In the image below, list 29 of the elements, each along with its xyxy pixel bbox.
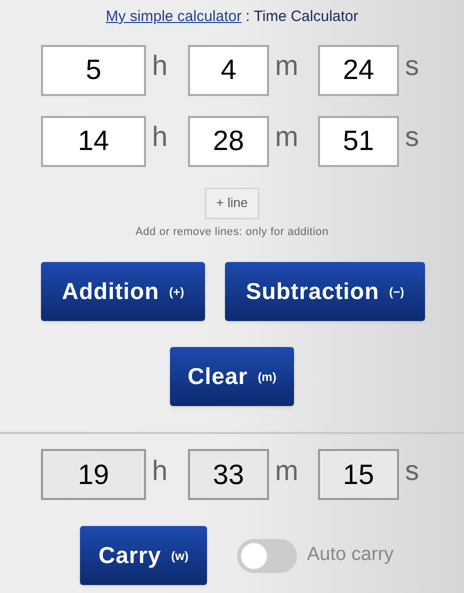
time-input-field[interactable]: 14	[41, 116, 146, 166]
unit-label: m	[274, 52, 300, 83]
result-field[interactable]: 15	[318, 449, 399, 500]
add-line-button[interactable]: + line	[205, 188, 259, 218]
toggle-switch[interactable]	[237, 538, 297, 572]
time-input-field[interactable]: 24	[318, 44, 399, 96]
time-input-field[interactable]: 28	[188, 116, 269, 166]
home-link[interactable]: My simple calculator	[106, 6, 242, 28]
unit-label: h	[151, 123, 169, 154]
unit-label: h	[151, 456, 169, 488]
result-field[interactable]: 33	[188, 449, 269, 500]
time-input-field[interactable]: 5	[41, 44, 146, 96]
unit-label: s	[404, 52, 420, 83]
separator-text: :	[246, 7, 250, 27]
clear-button[interactable]: Clear (m)	[170, 347, 294, 406]
hint-text: Add or remove lines: only for addition	[136, 224, 328, 240]
page-title: Time Calculator	[254, 7, 358, 27]
time-input-field[interactable]: 4	[188, 44, 269, 96]
carry-button[interactable]: Carry (w)	[80, 526, 207, 585]
unit-label: s	[404, 456, 420, 488]
unit-label: h	[151, 52, 169, 83]
unit-label: m	[274, 456, 300, 488]
toggle-label: Auto carry	[307, 543, 394, 568]
result-field[interactable]: 19	[41, 449, 146, 500]
unit-label: s	[404, 123, 420, 154]
operation-button[interactable]: Addition (+)	[41, 262, 205, 321]
operation-button[interactable]: Subtraction (−)	[225, 262, 425, 321]
time-input-field[interactable]: 51	[318, 116, 399, 166]
unit-label: m	[274, 123, 300, 154]
